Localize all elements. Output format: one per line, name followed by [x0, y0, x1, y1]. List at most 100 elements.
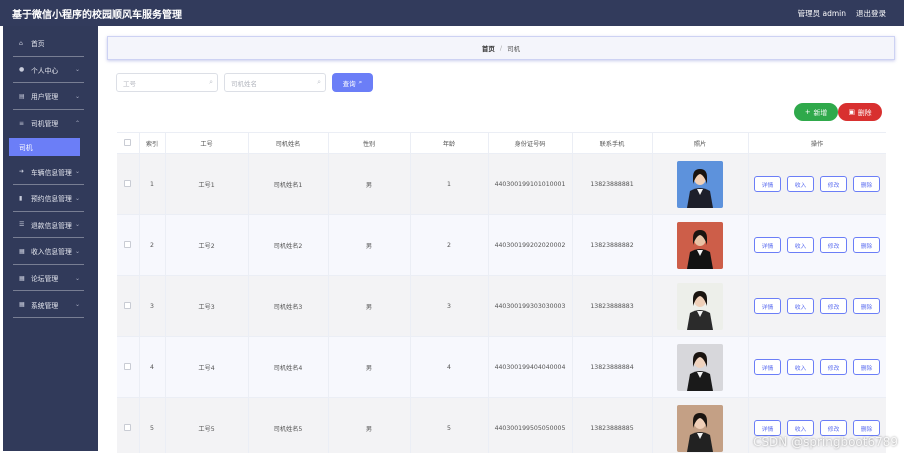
query-button[interactable]: 查询 ⌕ [332, 73, 373, 92]
table-row: 1 工号1 司机姓名1 男 1 440300199101010001 13823… [117, 153, 886, 215]
row-select-cell[interactable] [117, 397, 140, 453]
sidebar-item-label: 预约信息管理 [31, 195, 72, 204]
income-button[interactable]: 收入 [787, 359, 814, 375]
income-button[interactable]: 收入 [787, 237, 814, 253]
cell-employee-id: 工号4 [165, 336, 249, 398]
income-button[interactable]: 收入 [787, 298, 814, 314]
detail-button[interactable]: 详情 [754, 359, 781, 375]
cell-index: 2 [139, 214, 166, 276]
cell-photo [652, 336, 749, 398]
cell-age: 3 [410, 275, 489, 337]
search-bar: 工号 ⌕ 司机姓名 ⌕ 查询 ⌕ [116, 73, 373, 92]
income-button[interactable]: 收入 [787, 176, 814, 192]
delete-row-button[interactable]: 删除 [853, 420, 880, 436]
edit-button[interactable]: 修改 [820, 237, 847, 253]
column-header: 索引 [139, 132, 166, 154]
chevron-down-icon: ⌄ [74, 168, 80, 176]
sidebar-item-personal-center[interactable]: ● 个人中心 ⌄ [3, 57, 98, 84]
column-header: 联系手机 [572, 132, 653, 154]
cell-age: 1 [410, 153, 489, 215]
detail-button[interactable]: 详情 [754, 298, 781, 314]
row-select-cell[interactable] [117, 214, 140, 276]
delete-row-button[interactable]: 删除 [853, 359, 880, 375]
driver-name-input[interactable]: 司机姓名 ⌕ [224, 73, 326, 92]
cell-index: 3 [139, 275, 166, 337]
column-header: 工号 [165, 132, 249, 154]
detail-button[interactable]: 详情 [754, 176, 781, 192]
cell-gender: 男 [328, 214, 411, 276]
cell-driver-name: 司机姓名4 [248, 336, 329, 398]
cell-phone: 13823888884 [572, 336, 653, 398]
sidebar-item-user-management[interactable]: ▤ 用户管理 ⌄ [3, 83, 98, 110]
chevron-down-icon: ⌄ [74, 247, 80, 255]
sidebar-item-driver-management[interactable]: ≡ 司机管理 ⌃ [3, 110, 98, 137]
delete-row-button[interactable]: 删除 [853, 298, 880, 314]
row-select-cell[interactable] [117, 153, 140, 215]
sidebar-item-vehicle-info[interactable]: ➜ 车辆信息管理 ⌄ [3, 158, 98, 185]
driver-photo[interactable] [677, 221, 723, 269]
sidebar-item-label: 用户管理 [31, 93, 59, 102]
cell-employee-id: 工号3 [165, 275, 249, 337]
delete-row-button[interactable]: 删除 [853, 237, 880, 253]
row-checkbox[interactable] [124, 179, 132, 187]
row-checkbox[interactable] [124, 423, 132, 431]
driver-photo[interactable] [677, 404, 723, 452]
batch-delete-button[interactable]: ▣ 删除 [838, 103, 882, 121]
sidebar-item-label: 司机管理 [31, 120, 59, 129]
cell-id-card: 440300199505050005 [488, 397, 573, 453]
employee-id-input[interactable]: 工号 ⌕ [116, 73, 218, 92]
cell-operations: 详情 收入 修改 删除 [748, 336, 886, 398]
sidebar-item-label: 司机 [19, 144, 33, 153]
top-header: 基于微信小程序的校园顺风车服务管理 管理员 admin 退出登录 [0, 0, 904, 26]
edit-button[interactable]: 修改 [820, 176, 847, 192]
sidebar-item-label: 车辆信息管理 [31, 168, 72, 177]
table-row: 4 工号4 司机姓名4 男 4 440300199404040004 13823… [117, 336, 886, 398]
column-header: 身份证号码 [488, 132, 573, 154]
sidebar-subitem-driver[interactable]: 司机 [9, 138, 80, 157]
sidebar-item-forum[interactable]: ▦ 论坛管理 ⌄ [3, 265, 98, 292]
sidebar-item-refund-info[interactable]: ☰ 退款信息管理 ⌄ [3, 212, 98, 239]
add-button[interactable]: + 新增 [794, 103, 838, 121]
chevron-down-icon: ⌄ [74, 274, 80, 282]
edit-button[interactable]: 修改 [820, 298, 847, 314]
cell-gender: 男 [328, 153, 411, 215]
chevron-down-icon: ⌄ [74, 221, 80, 229]
cell-id-card: 440300199101010001 [488, 153, 573, 215]
sidebar-item-reservation-info[interactable]: ▮ 预约信息管理 ⌄ [3, 185, 98, 212]
cell-gender: 男 [328, 397, 411, 453]
main-content: 首页 / 司机 工号 ⌕ 司机姓名 ⌕ 查询 ⌕ + 新增 ▣ 删除 索引 工号… [98, 26, 904, 453]
row-select-cell[interactable] [117, 275, 140, 337]
admin-label: 管理员 admin [797, 8, 846, 18]
query-button-label: 查询 [342, 79, 356, 88]
driver-table: 索引 工号 司机姓名 性别 年龄 身份证号码 联系手机 照片 操作 1 工号1 … [117, 132, 886, 453]
cell-driver-name: 司机姓名1 [248, 153, 329, 215]
sidebar-item-system[interactable]: ▦ 系统管理 ⌄ [3, 291, 98, 318]
row-checkbox[interactable] [124, 301, 132, 309]
sidebar-item-income-info[interactable]: ▦ 收入信息管理 ⌄ [3, 238, 98, 265]
row-checkbox[interactable] [124, 240, 132, 248]
breadcrumb-home[interactable]: 首页 [482, 43, 495, 53]
delete-row-button[interactable]: 删除 [853, 176, 880, 192]
cell-phone: 13823888883 [572, 275, 653, 337]
driver-photo[interactable] [677, 160, 723, 208]
chevron-down-icon: ⌄ [74, 66, 80, 74]
driver-photo[interactable] [677, 282, 723, 330]
select-all-checkbox[interactable] [124, 138, 132, 146]
logout-link[interactable]: 退出登录 [856, 8, 886, 19]
select-all-cell[interactable] [117, 132, 140, 154]
cell-phone: 13823888881 [572, 153, 653, 215]
detail-button[interactable]: 详情 [754, 237, 781, 253]
income-button[interactable]: 收入 [787, 420, 814, 436]
edit-button[interactable]: 修改 [820, 420, 847, 436]
app-title: 基于微信小程序的校园顺风车服务管理 [12, 9, 182, 21]
driver-photo[interactable] [677, 343, 723, 391]
search-icon: ⌕ [358, 78, 363, 86]
row-checkbox[interactable] [124, 362, 132, 370]
sidebar-item-home[interactable]: ⌂ 首页 [3, 30, 98, 57]
edit-button[interactable]: 修改 [820, 359, 847, 375]
row-select-cell[interactable] [117, 336, 140, 398]
grid-icon: ▦ [19, 301, 25, 309]
trash-icon: ▣ [848, 108, 855, 116]
cell-driver-name: 司机姓名5 [248, 397, 329, 453]
detail-button[interactable]: 详情 [754, 420, 781, 436]
